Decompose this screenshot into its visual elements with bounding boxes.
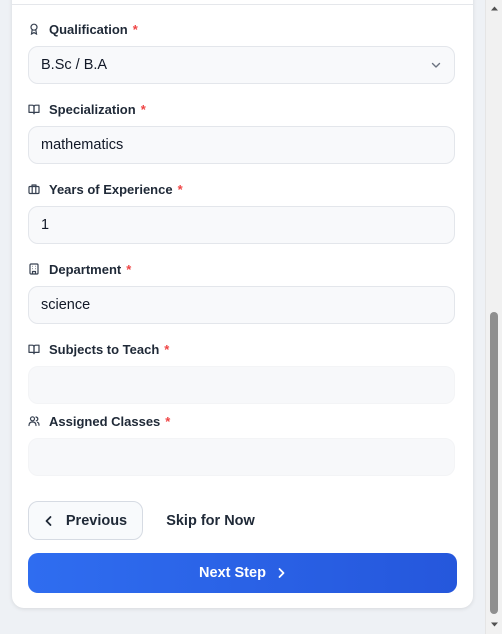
required-asterisk: * (164, 341, 170, 357)
previous-button-label: Previous (65, 512, 128, 529)
scroll-up-arrow-icon[interactable] (490, 4, 499, 13)
scrollbar-thumb[interactable] (490, 312, 498, 614)
section-divider (12, 4, 473, 5)
qualification-select[interactable]: B.Sc / B.A (28, 46, 455, 84)
qualification-label-row: Qualification * (28, 20, 138, 38)
classes-label-row: Assigned Classes * (28, 412, 170, 430)
building-icon (29, 263, 39, 275)
required-asterisk: * (165, 413, 171, 429)
subjects-label-row: Subjects to Teach * (28, 340, 169, 358)
skip-button-label: Skip for Now (166, 512, 255, 529)
department-label: Department (49, 261, 122, 277)
specialization-label: Specialization (49, 101, 136, 117)
specialization-label-row: Specialization * (28, 100, 146, 118)
scroll-down-arrow-icon[interactable] (490, 620, 499, 629)
qualification-label: Qualification (49, 21, 128, 37)
vertical-scrollbar[interactable] (485, 0, 502, 634)
chevron-down-icon (431, 62, 441, 68)
skip-button[interactable]: Skip for Now (158, 501, 263, 540)
department-label-row: Department * (28, 260, 131, 278)
chevron-right-icon (278, 568, 285, 578)
required-asterisk: * (140, 101, 146, 117)
award-icon (30, 23, 38, 35)
subjects-label: Subjects to Teach (49, 341, 160, 357)
required-asterisk: * (132, 21, 138, 37)
experience-label-row: Years of Experience * (28, 180, 183, 198)
experience-label: Years of Experience (49, 181, 173, 197)
previous-button[interactable]: Previous (28, 501, 143, 540)
chevron-left-icon (45, 515, 52, 526)
qualification-value: B.Sc / B.A (41, 57, 108, 73)
classes-label: Assigned Classes (49, 413, 161, 429)
subjects-input[interactable] (28, 366, 455, 404)
experience-input[interactable]: 1 (28, 206, 455, 244)
briefcase-icon (28, 184, 40, 195)
next-step-button-label: Next Step (199, 565, 266, 581)
department-input[interactable]: science (28, 286, 455, 324)
book-open-icon (28, 344, 40, 355)
specialization-input[interactable]: mathematics (28, 126, 455, 164)
experience-value: 1 (41, 217, 50, 233)
classes-input[interactable] (28, 438, 455, 476)
required-asterisk: * (126, 261, 132, 277)
users-icon (28, 416, 40, 427)
book-open-icon (28, 104, 40, 115)
department-value: science (41, 297, 91, 313)
specialization-value: mathematics (41, 137, 124, 153)
next-step-button[interactable]: Next Step (28, 553, 457, 593)
required-asterisk: * (177, 181, 183, 197)
